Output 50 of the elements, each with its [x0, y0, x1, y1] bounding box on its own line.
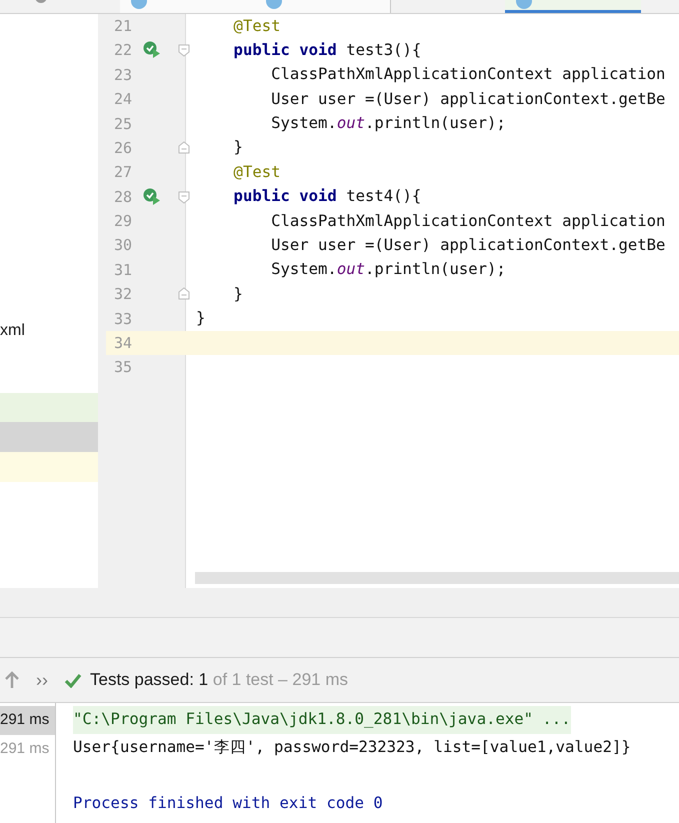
test-status: Tests passed: 1	[90, 670, 208, 690]
run-test-icon[interactable]	[143, 188, 161, 205]
fold-marker-icon[interactable]	[178, 44, 190, 58]
console-exit-message: Process finished with exit code 0	[73, 793, 383, 814]
console-command: "C:\Program Files\Java\jdk1.8.0_281\bin\java.exe" ...	[73, 706, 571, 734]
line-number: 21	[114, 16, 134, 37]
line-number: 27	[114, 162, 134, 184]
fold-marker-icon[interactable]	[178, 287, 190, 300]
line-number: 31	[114, 260, 134, 281]
code-line: }	[232, 137, 243, 158]
line-number: 33	[114, 308, 134, 330]
editor-tab[interactable]	[255, 0, 391, 13]
horizontal-scrollbar[interactable]	[195, 572, 679, 584]
code-line: public void test3(){	[232, 40, 422, 61]
line-number: 22	[114, 40, 134, 62]
code-line: System.out.println(user);	[270, 259, 506, 280]
code-line: User user =(User) applicationContext.getBe	[270, 88, 666, 110]
line-number: 34	[114, 333, 134, 354]
highlighted-tree-row[interactable]	[0, 393, 98, 422]
test-duration[interactable]: 291 ms	[0, 706, 55, 735]
editor-tab[interactable]	[505, 0, 641, 13]
line-number: 26	[114, 138, 134, 159]
line-number: 25	[114, 114, 134, 134]
test-summary: of 1 test – 291 ms	[212, 670, 348, 690]
more-icon[interactable]: ››	[32, 671, 52, 689]
highlighted-tree-row[interactable]	[0, 452, 98, 482]
run-test-icon[interactable]	[143, 41, 161, 58]
line-number: 29	[114, 211, 134, 232]
line-number: 35	[114, 357, 134, 378]
line-number: 32	[114, 284, 134, 306]
code-line: @Test	[232, 16, 280, 36]
code-line: @Test	[232, 162, 280, 183]
code-line: User user =(User) applicationContext.getBe	[270, 235, 666, 256]
code-line: ClassPathXmlApplicationContext application	[270, 210, 666, 232]
code-line: }	[232, 284, 243, 305]
code-line: }	[196, 308, 206, 330]
selected-tree-row[interactable]	[0, 422, 98, 452]
code-line: System.out.println(user);	[270, 113, 506, 134]
check-icon	[64, 672, 82, 688]
line-number: 28	[114, 186, 134, 208]
line-number: 24	[114, 89, 134, 110]
fold-marker-icon[interactable]	[178, 190, 190, 204]
code-line: public void test4(){	[232, 186, 422, 208]
tree-item[interactable]: xml	[0, 316, 98, 346]
code-line: ClassPathXmlApplicationContext application	[270, 64, 666, 86]
up-arrow-icon[interactable]	[4, 671, 20, 689]
line-number: 23	[114, 64, 134, 86]
console-output: User{username='李四', password=232323, list=[value1,value2]}	[73, 737, 631, 758]
line-number: 30	[114, 235, 134, 256]
editor-tab[interactable]	[120, 0, 256, 13]
